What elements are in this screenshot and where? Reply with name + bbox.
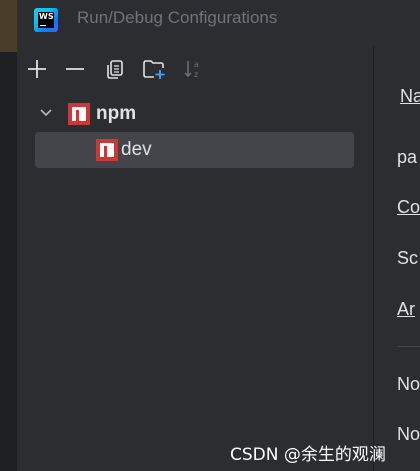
npm-icon — [96, 139, 118, 161]
new-folder-icon[interactable] — [142, 58, 165, 80]
chevron-down-icon[interactable] — [39, 105, 53, 119]
add-icon[interactable] — [26, 58, 48, 80]
sort-alphabetically-icon[interactable]: a z — [182, 58, 204, 80]
window-title: Run/Debug Configurations — [77, 8, 278, 27]
tree-item-label: dev — [121, 139, 152, 160]
npm-icon — [68, 103, 90, 125]
package-json-label: pa — [397, 147, 418, 167]
svg-text:a: a — [194, 60, 199, 69]
command-label: Co — [397, 197, 420, 217]
configuration-details-panel: Na pa Co Sc Ar No No — [374, 46, 420, 471]
selection-highlight — [35, 132, 354, 168]
details-divider — [397, 346, 420, 347]
configurations-toolbar: a z — [17, 50, 373, 90]
title-bar: WS Run/Debug Configurations — [17, 0, 420, 46]
minus-icon[interactable] — [64, 58, 86, 80]
tree-group-label: npm — [96, 103, 137, 124]
name-label: Na — [400, 86, 420, 106]
background-window-strip — [0, 0, 17, 471]
tree-group-npm[interactable]: npm — [17, 96, 373, 132]
scripts-label: Sc — [397, 248, 419, 268]
tree-item-dev[interactable]: dev — [17, 132, 373, 168]
arguments-label: Ar — [397, 299, 415, 319]
svg-text:z: z — [194, 70, 198, 79]
run-debug-configurations-dialog: WS Run/Debug Configurations a z npm dev … — [17, 0, 420, 471]
logo-text: WS — [39, 12, 54, 21]
webstorm-logo-icon: WS — [34, 8, 58, 32]
csdn-watermark: CSDN @余生的观澜 — [230, 445, 386, 465]
copy-icon[interactable] — [104, 58, 126, 80]
background-window-accent — [0, 0, 17, 52]
node-interpreter-label: No — [397, 374, 420, 394]
node-options-label: No — [397, 424, 420, 444]
